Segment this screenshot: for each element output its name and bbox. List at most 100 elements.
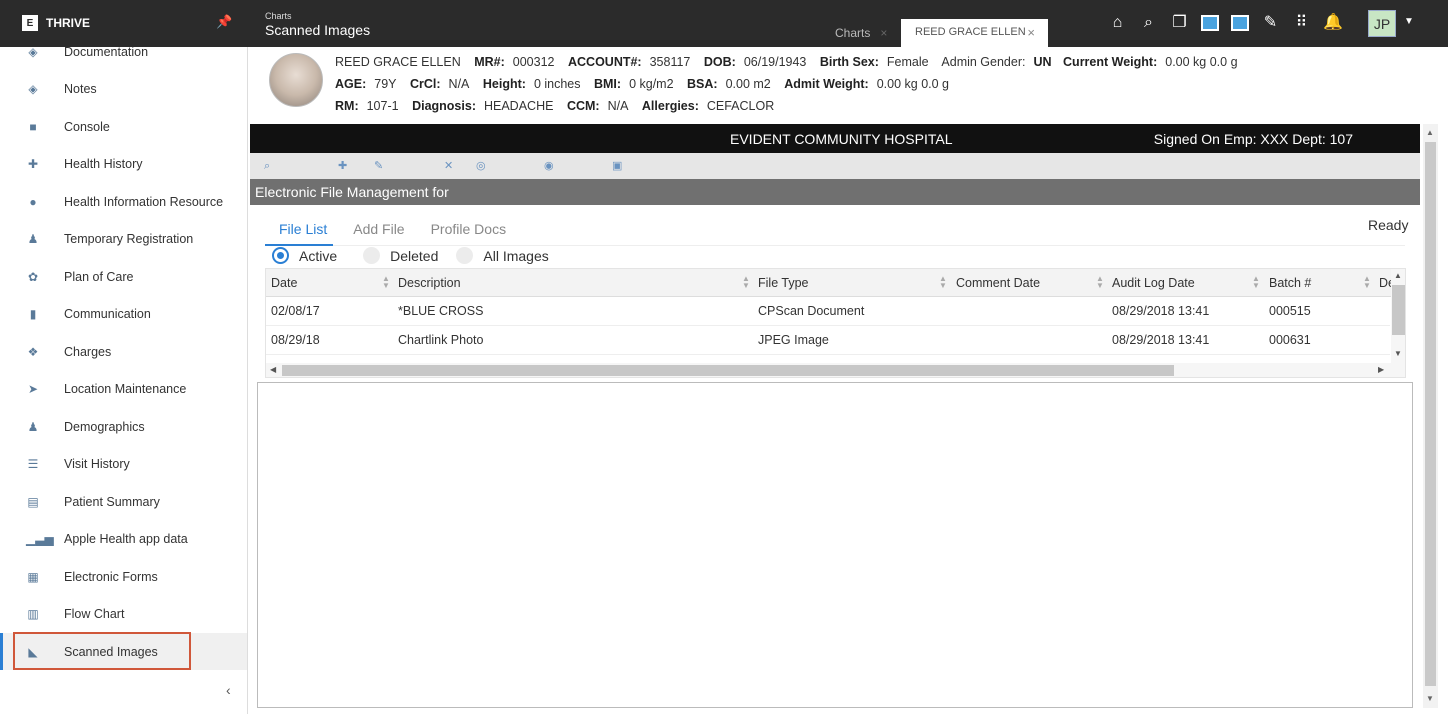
avatar[interactable]: JP	[1368, 10, 1396, 37]
bar-chart-icon: ▁▃▅	[26, 531, 54, 546]
sidebar-item-label: Location Maintenance	[64, 381, 187, 396]
scrollbar-thumb[interactable]	[282, 365, 1174, 376]
sidebar-item-communication[interactable]: ▮ Communication	[0, 295, 247, 332]
edit-note-icon[interactable]: ✎	[1261, 13, 1280, 32]
cell-audit-log-date: 08/29/2018 13:41	[1112, 304, 1210, 318]
documents-icon[interactable]: ❐	[1170, 13, 1189, 32]
scroll-down-icon[interactable]: ▼	[1426, 694, 1434, 703]
sidebar: ◈ Documentation ◈ Notes ■ Console ✚ Health H…	[0, 45, 248, 714]
calendar-icon[interactable]	[1231, 14, 1249, 31]
radio-active[interactable]: Active	[272, 247, 337, 264]
bsa-label: BSA:	[687, 77, 718, 91]
column-header-file-type[interactable]: File Type	[758, 276, 809, 290]
account-value: 358117	[649, 55, 691, 69]
pin-icon[interactable]: 📌	[216, 14, 232, 30]
sidebar-item-health-history[interactable]: ✚ Health History	[0, 145, 247, 182]
sort-icon[interactable]: ▲ ▼	[1252, 275, 1260, 290]
sidebar-item-label: Visit History	[64, 456, 130, 471]
breadcrumb-parent[interactable]: Charts	[265, 11, 370, 22]
tab-charts[interactable]: Charts ×	[835, 26, 887, 40]
sidebar-item-demographics[interactable]: ♟ Demographics	[0, 408, 247, 445]
crcl-label: CrCl:	[409, 77, 441, 91]
sort-icon[interactable]: ▲ ▼	[939, 275, 947, 290]
scan-icon[interactable]: ◉	[544, 159, 558, 173]
scroll-up-icon[interactable]: ▲	[1394, 271, 1402, 280]
radio-all-images-dot[interactable]	[456, 247, 474, 264]
sidebar-item-apple-health-app-data[interactable]: ▁▃▅ Apple Health app data	[0, 520, 247, 557]
scroll-down-icon[interactable]: ▼	[1394, 349, 1402, 358]
sort-icon[interactable]: ▲ ▼	[382, 275, 390, 290]
column-header-description[interactable]: Description	[398, 276, 461, 290]
scroll-left-icon[interactable]: ◀	[270, 365, 276, 374]
column-header-batch[interactable]: Batch #	[1269, 276, 1311, 290]
scrollbar-thumb[interactable]	[1425, 142, 1436, 686]
sidebar-item-temporary-registration[interactable]: ♟ Temporary Registration	[0, 220, 247, 257]
radio-all-images[interactable]: All Images	[456, 247, 549, 264]
grid-horizontal-scrollbar[interactable]: ◀ ▶	[266, 363, 1405, 377]
close-icon[interactable]: ×	[880, 26, 887, 40]
radio-deleted[interactable]: Deleted	[363, 247, 438, 264]
scrollbar-thumb[interactable]	[1392, 285, 1405, 335]
apps-grid-icon[interactable]: ⠿	[1292, 13, 1311, 32]
image-viewer[interactable]	[257, 382, 1413, 708]
bmi-value: 0 kg/m2	[629, 77, 674, 91]
breadcrumb: Charts Scanned Images	[265, 11, 370, 39]
tab-profile-docs[interactable]: Profile Docs	[431, 221, 506, 237]
sidebar-item-label: Apple Health app data	[64, 531, 188, 546]
scroll-right-icon[interactable]: ▶	[1378, 365, 1384, 374]
collapse-sidebar-icon[interactable]: ‹	[226, 682, 231, 698]
sidebar-item-electronic-forms[interactable]: ▦ Electronic Forms	[0, 558, 247, 595]
sidebar-item-notes[interactable]: ◈ Notes	[0, 70, 247, 107]
main-vertical-scrollbar[interactable]: ▲ ▼	[1423, 124, 1438, 708]
sidebar-item-flow-chart[interactable]: ▥ Flow Chart	[0, 595, 247, 632]
window-icon[interactable]	[1201, 14, 1219, 31]
table-row[interactable]: 08/29/18 Chartlink Photo JPEG Image 08/2…	[266, 326, 1390, 355]
table-row[interactable]: 02/08/17 *BLUE CROSS CPScan Document 08/…	[266, 297, 1390, 326]
sidebar-item-location-maintenance[interactable]: ➤ Location Maintenance	[0, 370, 247, 407]
print-icon[interactable]: ▣	[612, 159, 626, 173]
home-icon[interactable]: ⌂	[1108, 13, 1127, 32]
globe-icon: ●	[29, 194, 37, 209]
sidebar-item-charges[interactable]: ❖ Charges	[0, 333, 247, 370]
search-icon[interactable]: ⌕	[1139, 13, 1158, 32]
demographics-icon: ♟	[27, 419, 39, 434]
tab-file-list[interactable]: File List	[279, 221, 327, 237]
scroll-up-icon[interactable]: ▲	[1426, 128, 1434, 137]
sort-icon[interactable]: ▲ ▼	[742, 275, 750, 290]
sort-icon[interactable]: ▲ ▼	[1363, 275, 1371, 290]
add-image-icon[interactable]: ✚	[338, 159, 352, 173]
chevron-down-icon[interactable]: ▼	[1404, 16, 1414, 27]
sidebar-item-documentation[interactable]: ◈ Documentation	[0, 33, 247, 70]
sidebar-item-console[interactable]: ■ Console	[0, 108, 247, 145]
app-brand[interactable]: E THRIVE	[22, 15, 90, 31]
sidebar-item-label: Charges	[64, 344, 112, 359]
sidebar-item-label: Documentation	[64, 44, 149, 59]
cell-batch: 000631	[1269, 333, 1311, 347]
hospital-bar: EVIDENT COMMUNITY HOSPITAL Signed On Emp…	[250, 124, 1420, 153]
sidebar-item-label: Console	[64, 119, 110, 134]
column-header-comment-date[interactable]: Comment Date	[956, 276, 1040, 290]
grid-vertical-scrollbar[interactable]: ▲ ▼	[1391, 269, 1405, 363]
radio-active-dot[interactable]	[272, 247, 289, 264]
sort-icon[interactable]: ▲ ▼	[1096, 275, 1104, 290]
tab-add-file[interactable]: Add File	[353, 221, 404, 237]
edit-image-icon[interactable]: ✎	[374, 159, 388, 173]
search-icon[interactable]: ⌕	[264, 159, 278, 173]
column-header-de[interactable]: De	[1379, 276, 1391, 290]
allergies-value: CEFACLOR	[706, 99, 775, 113]
view-image-icon[interactable]: ◎	[476, 159, 490, 173]
toolbar-icons: ⌂ ⌕ ❐ ✎ ⠿ 🔔	[1108, 13, 1343, 32]
column-header-audit-log-date[interactable]: Audit Log Date	[1112, 276, 1195, 290]
tab-patient[interactable]: REED GRACE ELLEN ×	[901, 19, 1048, 47]
close-icon[interactable]: ×	[1027, 25, 1035, 40]
age-label: AGE:	[335, 77, 367, 91]
sidebar-item-visit-history[interactable]: ☰ Visit History	[0, 445, 247, 482]
bell-icon[interactable]: 🔔	[1323, 13, 1343, 32]
ccm-value: N/A	[607, 99, 629, 113]
column-header-date[interactable]: Date	[271, 276, 297, 290]
radio-deleted-dot[interactable]	[363, 247, 381, 264]
sidebar-item-plan-of-care[interactable]: ✿ Plan of Care	[0, 258, 247, 295]
sidebar-item-patient-summary[interactable]: ▤ Patient Summary	[0, 483, 247, 520]
delete-image-icon[interactable]: ✕	[444, 159, 458, 173]
sidebar-item-health-information-resource[interactable]: ● Health Information Resource	[0, 183, 247, 220]
